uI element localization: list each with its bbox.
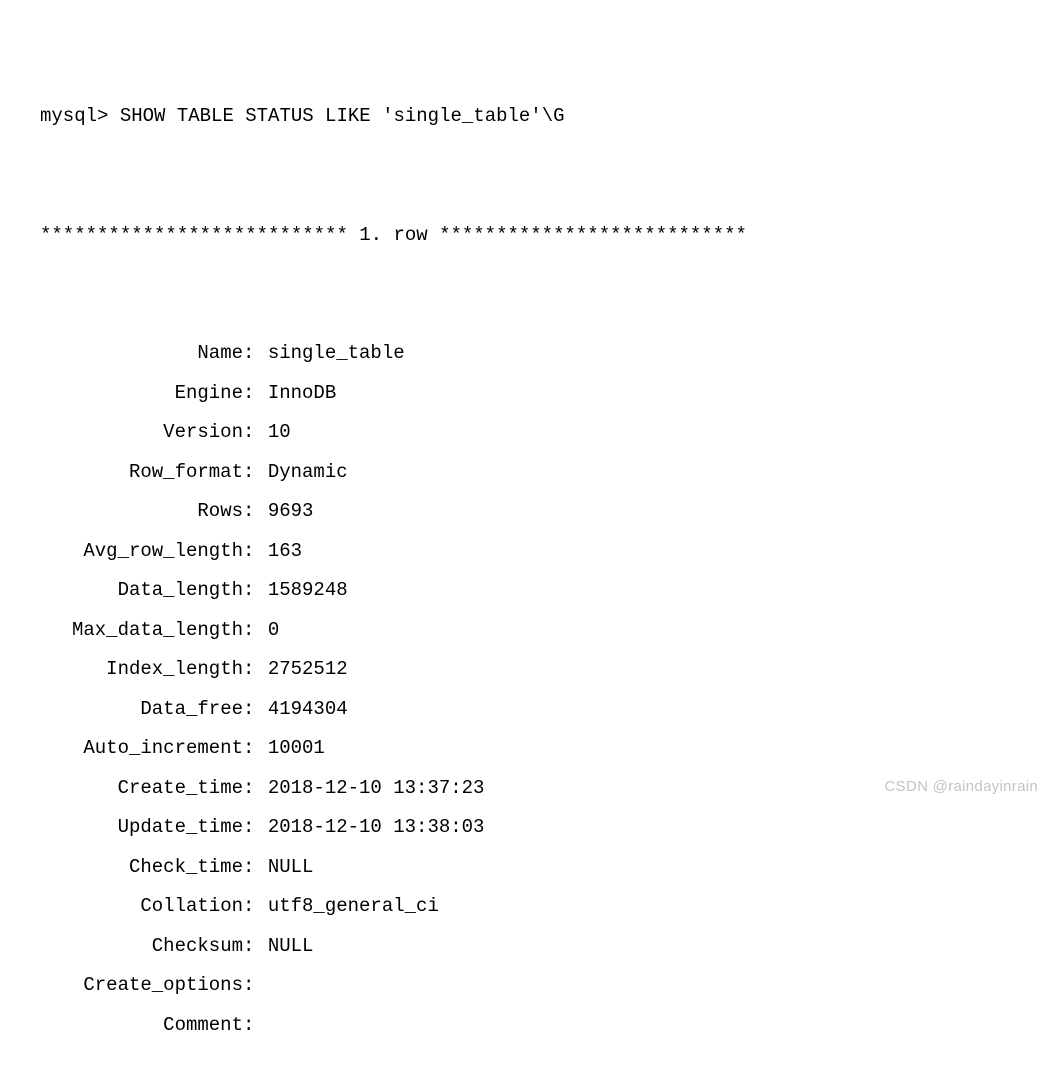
field-label: Data_length — [40, 571, 243, 611]
field-separator: : — [243, 690, 268, 730]
field-label: Version — [40, 413, 243, 453]
field-separator: : — [243, 334, 268, 374]
field-label: Auto_increment — [40, 729, 243, 769]
row-separator: *************************** 1. row *****… — [40, 216, 1016, 256]
field-row: Data_length: 1589248 — [40, 571, 1016, 611]
field-row: Create_options: — [40, 966, 1016, 1006]
field-row: Version: 10 — [40, 413, 1016, 453]
field-row: Avg_row_length: 163 — [40, 532, 1016, 572]
field-row: Collation: utf8_general_ci — [40, 887, 1016, 927]
field-separator: : — [243, 374, 268, 414]
field-value: utf8_general_ci — [268, 887, 439, 927]
field-row: Checksum: NULL — [40, 927, 1016, 967]
field-label: Index_length — [40, 650, 243, 690]
field-value: 10 — [268, 413, 291, 453]
field-value: 163 — [268, 532, 302, 572]
field-value: 1589248 — [268, 571, 348, 611]
field-value: InnoDB — [268, 374, 336, 414]
field-row: Comment: — [40, 1006, 1016, 1046]
field-separator: : — [243, 729, 268, 769]
field-row: Check_time: NULL — [40, 848, 1016, 888]
field-label: Create_options — [40, 966, 243, 1006]
field-value: 0 — [268, 611, 279, 651]
field-value: 4194304 — [268, 690, 348, 730]
field-label: Collation — [40, 887, 243, 927]
field-separator: : — [243, 453, 268, 493]
field-separator: : — [243, 927, 268, 967]
field-separator: : — [243, 887, 268, 927]
field-label: Engine — [40, 374, 243, 414]
field-value: Dynamic — [268, 453, 348, 493]
field-row: Index_length: 2752512 — [40, 650, 1016, 690]
field-value: 2752512 — [268, 650, 348, 690]
field-separator: : — [243, 413, 268, 453]
watermark: CSDN @raindayinrain — [885, 771, 1038, 802]
field-label: Name — [40, 334, 243, 374]
field-separator: : — [243, 611, 268, 651]
field-label: Check_time — [40, 848, 243, 888]
fields-container: Name: single_tableEngine: InnoDBVersion:… — [40, 334, 1016, 1045]
field-value: NULL — [268, 927, 314, 967]
field-label: Comment — [40, 1006, 243, 1046]
field-row: Row_format: Dynamic — [40, 453, 1016, 493]
field-separator: : — [243, 650, 268, 690]
field-value: single_table — [268, 334, 405, 374]
field-separator: : — [243, 808, 268, 848]
field-separator: : — [243, 966, 268, 1006]
field-row: Max_data_length: 0 — [40, 611, 1016, 651]
field-label: Rows — [40, 492, 243, 532]
field-separator: : — [243, 571, 268, 611]
field-label: Checksum — [40, 927, 243, 967]
field-label: Avg_row_length — [40, 532, 243, 572]
field-value: 9693 — [268, 492, 314, 532]
field-row: Data_free: 4194304 — [40, 690, 1016, 730]
field-value: 10001 — [268, 729, 325, 769]
field-separator: : — [243, 1006, 268, 1046]
mysql-prompt: mysql> — [40, 105, 108, 127]
field-value: 2018-12-10 13:37:23 — [268, 769, 485, 809]
field-row: Update_time: 2018-12-10 13:38:03 — [40, 808, 1016, 848]
field-separator: : — [243, 848, 268, 888]
terminal-output: mysql> SHOW TABLE STATUS LIKE 'single_ta… — [40, 18, 1016, 1085]
field-row: Create_time: 2018-12-10 13:37:23 — [40, 769, 1016, 809]
command-line: mysql> SHOW TABLE STATUS LIKE 'single_ta… — [40, 97, 1016, 137]
field-row: Name: single_table — [40, 334, 1016, 374]
field-value: NULL — [268, 848, 314, 888]
field-separator: : — [243, 492, 268, 532]
field-value: 2018-12-10 13:38:03 — [268, 808, 485, 848]
field-label: Max_data_length — [40, 611, 243, 651]
field-label: Data_free — [40, 690, 243, 730]
field-label: Create_time — [40, 769, 243, 809]
sql-command: SHOW TABLE STATUS LIKE 'single_table'\G — [120, 105, 565, 127]
field-label: Row_format — [40, 453, 243, 493]
field-separator: : — [243, 769, 268, 809]
field-row: Auto_increment: 10001 — [40, 729, 1016, 769]
field-row: Engine: InnoDB — [40, 374, 1016, 414]
field-label: Update_time — [40, 808, 243, 848]
field-separator: : — [243, 532, 268, 572]
field-row: Rows: 9693 — [40, 492, 1016, 532]
